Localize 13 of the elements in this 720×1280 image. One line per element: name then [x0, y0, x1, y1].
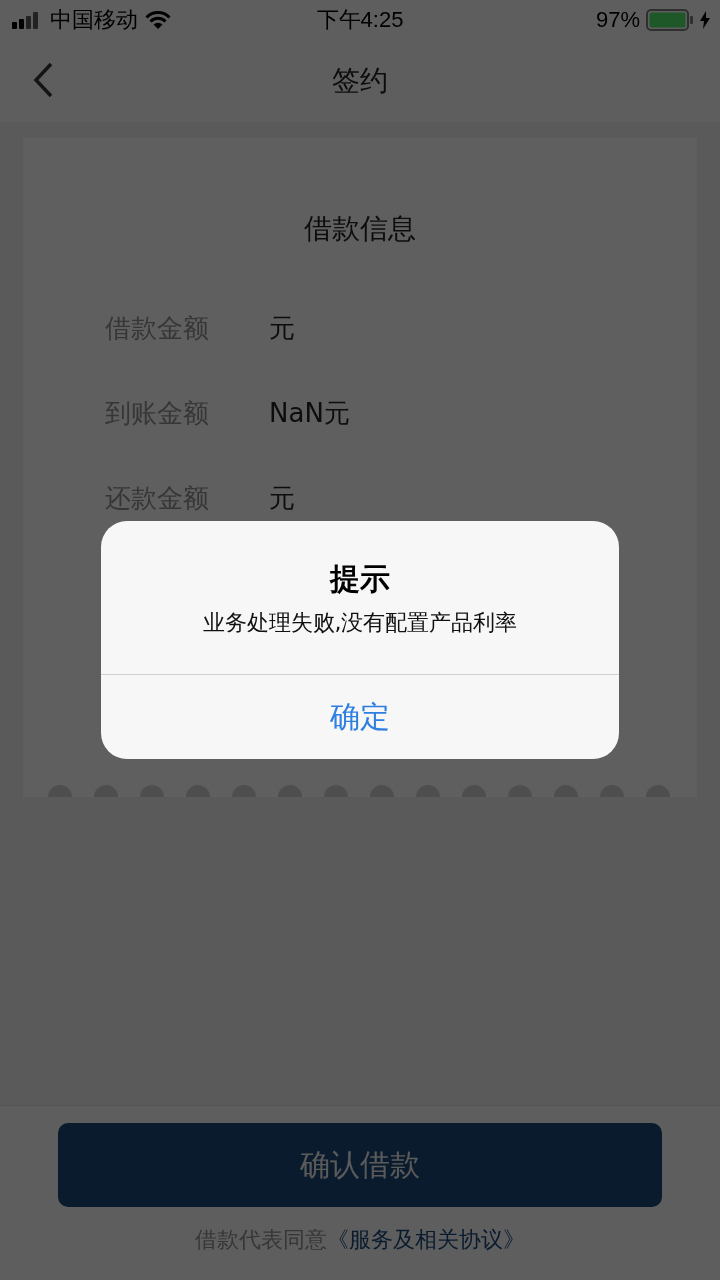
confirm-button[interactable]: 确认借款: [58, 1123, 662, 1207]
status-time: 下午4:25: [316, 6, 404, 34]
ok-button[interactable]: 确定: [101, 675, 619, 759]
field-value: 元: [269, 482, 295, 515]
dialog-title: 提示: [330, 560, 390, 598]
agreement-link[interactable]: 《服务及相关协议》: [327, 1227, 525, 1252]
carrier-name: 中国移动: [50, 6, 138, 34]
dialog-message: 业务处理失败,没有配置产品利率: [202, 609, 518, 637]
field-value: NaN元: [269, 397, 350, 430]
field-value: 元: [269, 312, 295, 345]
page-title: 签约: [332, 63, 388, 99]
section-title: 借款信息: [303, 211, 417, 247]
battery-percent: 97%: [595, 7, 640, 33]
